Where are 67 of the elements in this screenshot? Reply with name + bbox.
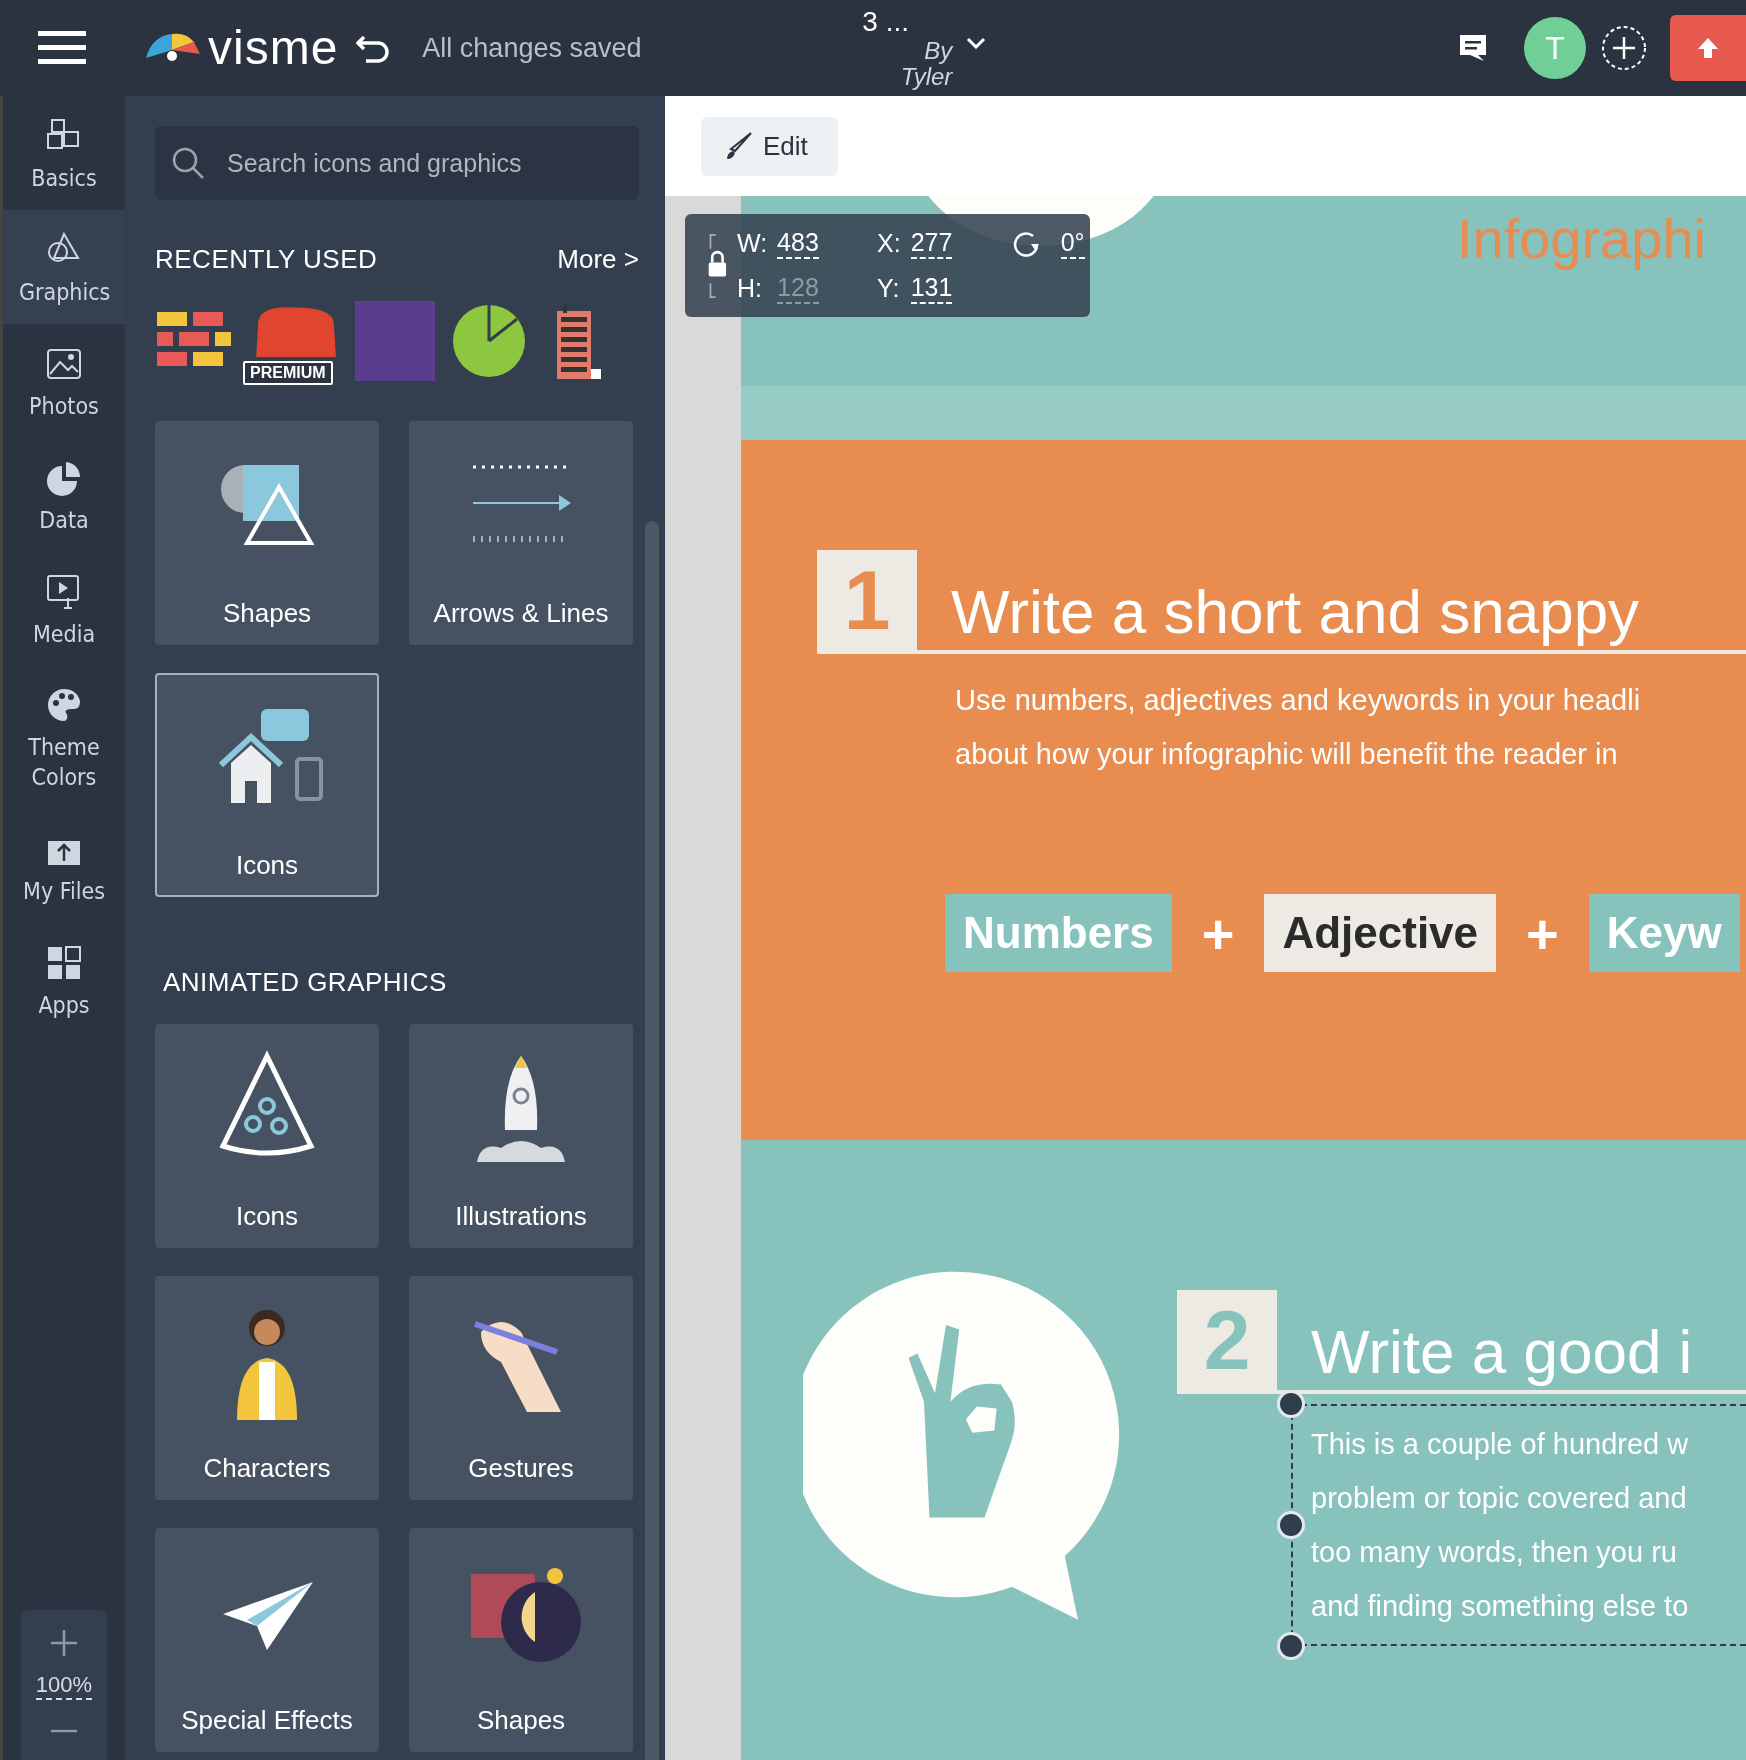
zoom-level[interactable]: 100% (35, 1672, 93, 1700)
sidebar-item[interactable]: Apps (3, 923, 125, 1037)
premium-badge: PREMIUM (243, 361, 333, 385)
width-label: W: (737, 228, 768, 258)
category-card[interactable]: Shapes (155, 421, 379, 645)
y-value[interactable]: 131 (910, 272, 953, 304)
edit-button[interactable]: Edit (701, 116, 838, 176)
add-collaborator-icon[interactable] (1600, 24, 1648, 72)
save-status: All changes saved (422, 32, 643, 64)
body-text-line: Use numbers, adjectives and keywords in your headli (955, 683, 1642, 718)
rotation-value[interactable]: 0° (1060, 227, 1085, 259)
plus-sign: + (1526, 900, 1559, 966)
search-field[interactable]: Search icons and graphics (155, 126, 639, 200)
menu-icon[interactable] (38, 31, 86, 65)
x-value[interactable]: 277 (910, 227, 953, 259)
category-card[interactable]: Illustrations (409, 1024, 633, 1248)
keyword-tag: Adjective (1264, 894, 1497, 972)
more-link[interactable]: More > (557, 244, 639, 275)
body-text-line: and finding something else to (1311, 1589, 1690, 1624)
publish-button[interactable] (1670, 15, 1746, 81)
height-label: H: (737, 273, 763, 303)
keyword-tag: Numbers (945, 894, 1172, 972)
resize-handle[interactable] (1277, 1632, 1305, 1660)
sidebar-item[interactable]: Media (3, 551, 125, 666)
section-heading: ANIMATED GRAPHICS (163, 967, 448, 998)
sidebar-item[interactable]: My Files (3, 809, 125, 924)
width-value[interactable]: 483 (777, 227, 819, 259)
logo-text[interactable]: visme (208, 24, 339, 72)
search-icon (171, 146, 205, 180)
sidebar-item[interactable]: Theme Colors (3, 665, 125, 810)
resize-handle[interactable] (1277, 1511, 1305, 1539)
chevron-down-icon[interactable] (966, 37, 987, 49)
category-card[interactable]: Gestures (409, 1276, 633, 1500)
category-card[interactable]: Shapes (409, 1528, 633, 1752)
category-card[interactable]: Icons (155, 673, 379, 897)
x-label: X: (877, 228, 901, 258)
category-card[interactable]: Arrows & Lines (409, 421, 633, 645)
comment-icon[interactable] (1458, 33, 1488, 63)
plus-sign: + (1201, 900, 1235, 966)
resize-handle[interactable] (1277, 1390, 1305, 1418)
brush-icon (725, 131, 755, 161)
zoom-out-icon[interactable] (49, 1728, 79, 1734)
category-card[interactable]: Icons (155, 1024, 379, 1248)
step-number: 2 (1177, 1290, 1277, 1390)
document-title[interactable]: 3 ... (862, 5, 910, 38)
zoom-in-icon[interactable] (49, 1628, 79, 1658)
sidebar-item[interactable]: Basics (3, 96, 125, 210)
section-heading: Write a good i (1311, 1315, 1693, 1388)
keyword-tag: Keyw (1588, 894, 1740, 972)
section-heading: RECENTLY USED (155, 244, 378, 275)
category-card[interactable]: Characters (155, 1276, 379, 1500)
section-heading: Write a short and snappy (951, 575, 1640, 648)
body-text-line: too many words, then you ru (1311, 1535, 1678, 1570)
y-label: Y: (877, 273, 901, 303)
step-number: 1 (817, 550, 917, 650)
body-text-line: about how your infographic will benefit the reader in (955, 737, 1619, 772)
author-name: By Tyler (899, 37, 953, 91)
sidebar-item[interactable]: Graphics (3, 209, 125, 324)
body-text-line: problem or topic covered and (1311, 1481, 1688, 1516)
arrow-up-icon (1696, 36, 1720, 60)
scrollbar[interactable] (645, 521, 659, 1760)
infographic-title: Infographi (1456, 206, 1706, 271)
category-card[interactable]: Special Effects (155, 1528, 379, 1752)
sidebar-item[interactable]: Data (3, 437, 125, 552)
body-text-line: This is a couple of hundred w (1311, 1427, 1690, 1462)
sidebar-item[interactable]: Photos (3, 323, 125, 438)
square-thumbnail[interactable] (355, 301, 435, 381)
